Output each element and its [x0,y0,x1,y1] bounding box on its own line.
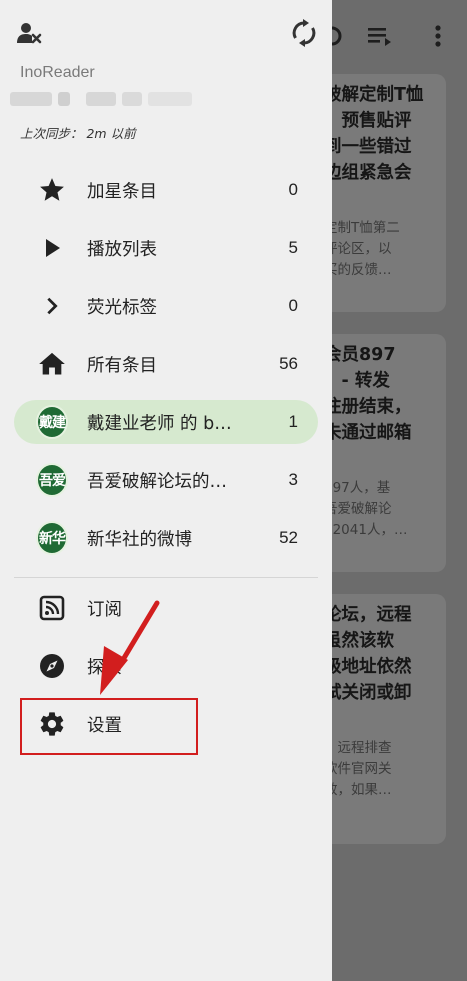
nav-item-all-articles[interactable]: 所有条目 56 [14,342,318,386]
nav-item-count: 0 [288,180,298,199]
nav-item-feed-xinhua[interactable]: 新华 新华社的微博 52 [14,516,318,560]
last-sync-status: 上次同步： 2m 以前 [20,126,136,141]
annotation-highlight-box [20,698,198,755]
sync-icon[interactable] [289,18,319,48]
article-snippet: 定制T恤第二 评论区，以 买的反馈… [324,220,400,278]
drawer-header: InoReader 上次同步： 2m 以前 [0,0,332,160]
nav-item-label: 吾爱破解论坛的… [87,471,227,492]
nav-item-count: 52 [279,528,298,547]
nav-item-label: 订阅 [87,599,122,620]
feed-badge: 戴建 [36,405,68,439]
article-title: 破解定制T恤 ，预售贴评 到一些错过 边组紧急会 [324,85,424,183]
play-icon [36,232,68,264]
feed-avatar: 吾爱 [36,463,68,497]
feed-badge: 吾爱 [36,463,68,497]
blurred-account-info [10,92,52,106]
nav-item-count: 3 [288,470,298,489]
article-snippet: ，远程排查 软件官网关 效，如果… [324,740,392,798]
nav-item-label: 荧光标签 [87,297,157,318]
feed-avatar: 新华 [36,521,68,555]
divider [14,577,318,578]
nav-item-label: 播放列表 [87,239,157,260]
blurred-account-info [58,92,70,106]
nav-item-explore[interactable]: 探索 [14,644,318,688]
nav-item-label: 戴建业老师 的 b… [87,413,232,434]
nav-item-count: 5 [288,238,298,257]
account-icon[interactable] [16,20,42,46]
article-title: 会员897 。- 转发 注册结束， 未通过邮箱 [324,345,412,443]
nav-item-label: 所有条目 [87,355,157,376]
nav-item-count: 1 [288,412,298,431]
nav-item-tags[interactable]: 荧光标签 0 [14,284,318,328]
sort-list-icon[interactable] [366,22,394,56]
nav-item-playlist[interactable]: 播放列表 5 [14,226,318,270]
article-title: 论坛，远程 虽然该软 级地址依然 试关闭或卸 [324,605,412,703]
chevron-right-icon [36,290,68,322]
nav-item-count: 56 [279,354,298,373]
feed-avatar: 戴建 [36,405,68,439]
navigation-drawer: InoReader 上次同步： 2m 以前 加星条目 0 播放列表 5 荧光标签… [0,0,332,981]
article-snippet: 897人，基 吾爱破解论 32041人，… [324,480,408,538]
nav-item-subscriptions[interactable]: 订阅 [14,586,318,630]
rss-feed-icon [36,592,68,624]
more-vert-icon[interactable] [424,22,452,56]
feed-badge: 新华 [36,521,68,555]
blurred-account-info [86,92,116,106]
nav-item-count: 0 [288,296,298,315]
nav-item-feed-dai-jianye[interactable]: 戴建 戴建业老师 的 b… 1 [14,400,318,444]
blurred-account-info [148,92,192,106]
app-name: InoReader [20,64,95,81]
compass-icon [36,650,68,682]
star-icon [36,174,68,206]
home-icon [36,348,68,380]
nav-item-label: 探索 [87,657,122,678]
nav-item-label: 新华社的微博 [87,529,192,550]
nav-item-label: 加星条目 [87,181,157,202]
blurred-account-info [122,92,142,106]
nav-item-feed-52pojie[interactable]: 吾爱 吾爱破解论坛的… 3 [14,458,318,502]
nav-item-starred[interactable]: 加星条目 0 [14,168,318,212]
